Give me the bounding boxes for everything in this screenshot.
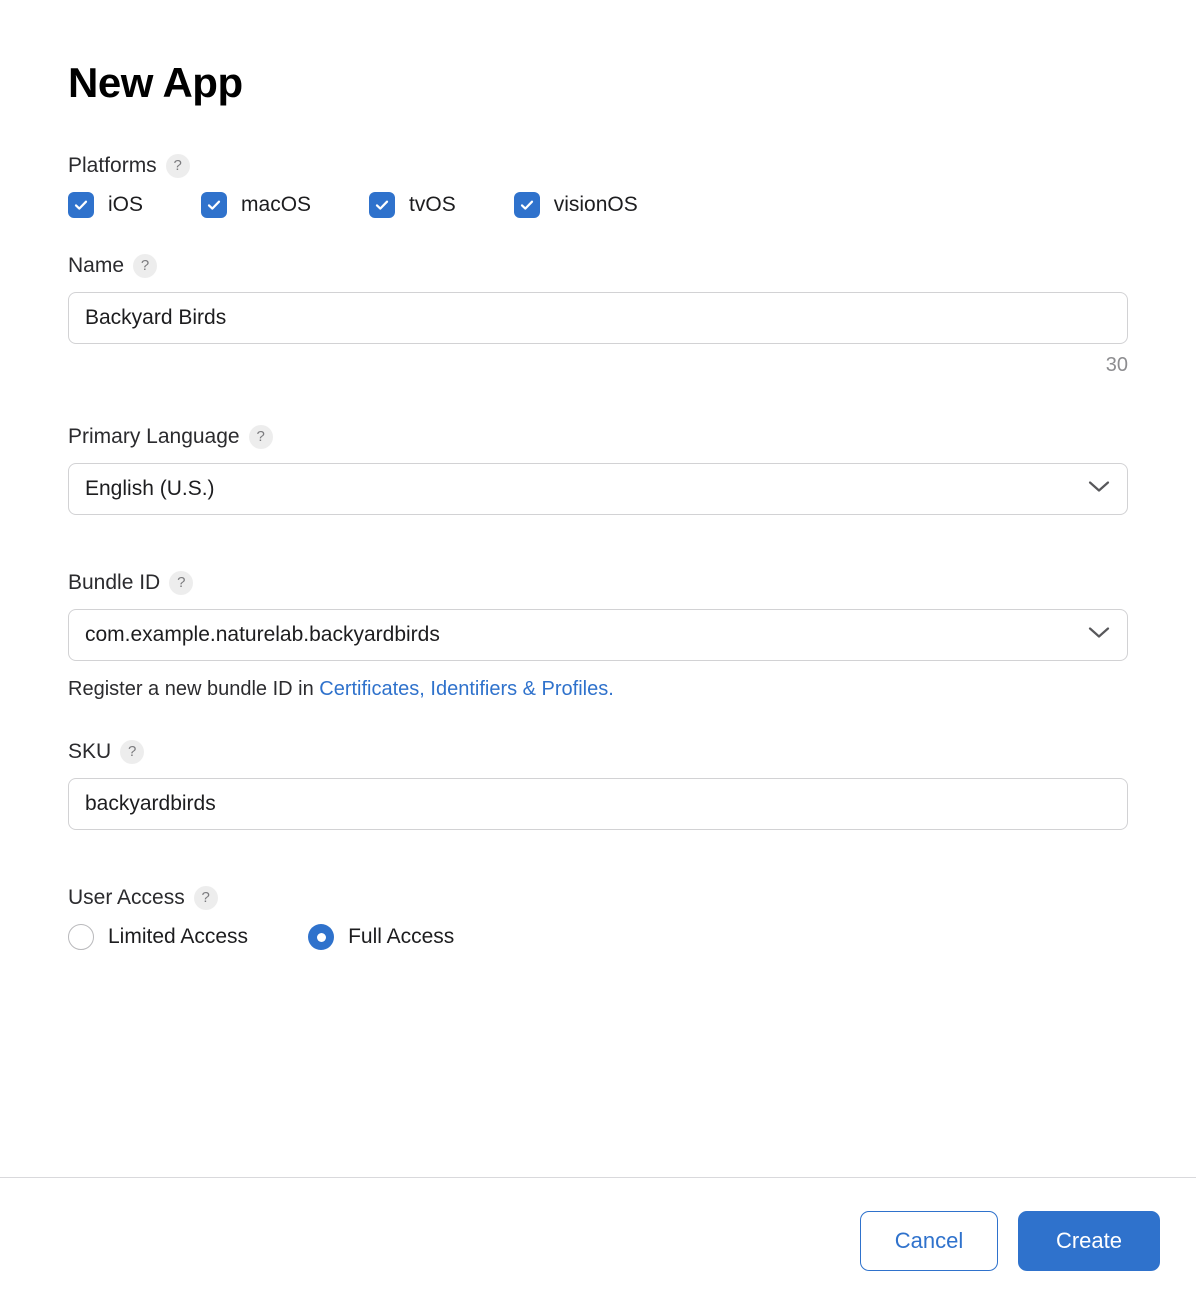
sku-field-group: SKU ? bbox=[68, 740, 1128, 830]
bundle-id-helper-prefix: Register a new bundle ID in bbox=[68, 678, 319, 700]
check-icon bbox=[514, 192, 540, 218]
checkbox-label-macos: macOS bbox=[241, 193, 311, 217]
bundle-id-field-group: Bundle ID ? Register a new bundle ID in … bbox=[68, 571, 1128, 702]
bundle-id-input-wrap bbox=[68, 609, 1128, 661]
check-icon bbox=[201, 192, 227, 218]
sku-label-row: SKU ? bbox=[68, 740, 1128, 764]
name-label-row: Name ? bbox=[68, 254, 1128, 278]
radio-checked-icon bbox=[308, 924, 334, 950]
new-app-dialog: New App Platforms ? iOS macOS bbox=[0, 0, 1196, 1304]
user-access-field-group: User Access ? Limited Access Full Access bbox=[68, 886, 1128, 950]
help-icon-sku[interactable]: ? bbox=[120, 740, 144, 764]
sku-label: SKU bbox=[68, 740, 111, 763]
dialog-footer: Cancel Create bbox=[0, 1178, 1196, 1304]
help-icon-name[interactable]: ? bbox=[133, 254, 157, 278]
user-access-label: User Access bbox=[68, 886, 185, 909]
sku-input[interactable] bbox=[68, 778, 1128, 830]
primary-language-select[interactable] bbox=[68, 463, 1128, 515]
bundle-id-helper-text: Register a new bundle ID in Certificates… bbox=[68, 676, 1128, 702]
user-access-radio-row: Limited Access Full Access bbox=[68, 924, 1128, 950]
radio-label-limited-access: Limited Access bbox=[108, 925, 248, 949]
radio-full-access[interactable]: Full Access bbox=[308, 924, 454, 950]
checkbox-label-ios: iOS bbox=[108, 193, 143, 217]
checkbox-macos[interactable]: macOS bbox=[201, 192, 311, 218]
platforms-field-group: Platforms ? iOS macOS bbox=[68, 154, 1128, 218]
radio-limited-access[interactable]: Limited Access bbox=[68, 924, 248, 950]
checkbox-visionos[interactable]: visionOS bbox=[514, 192, 638, 218]
page-title: New App bbox=[68, 62, 1128, 104]
platforms-label: Platforms bbox=[68, 154, 157, 177]
bundle-id-select[interactable] bbox=[68, 609, 1128, 661]
checkbox-label-visionos: visionOS bbox=[554, 193, 638, 217]
user-access-label-row: User Access ? bbox=[68, 886, 1128, 910]
primary-language-label: Primary Language bbox=[68, 425, 240, 448]
radio-label-full-access: Full Access bbox=[348, 925, 454, 949]
check-icon bbox=[369, 192, 395, 218]
name-char-count: 30 bbox=[68, 354, 1128, 377]
sku-input-wrap bbox=[68, 778, 1128, 830]
help-icon-platforms[interactable]: ? bbox=[166, 154, 190, 178]
checkbox-tvos[interactable]: tvOS bbox=[369, 192, 456, 218]
primary-language-field-group: Primary Language ? bbox=[68, 425, 1128, 515]
primary-language-label-row: Primary Language ? bbox=[68, 425, 1128, 449]
bundle-id-label: Bundle ID bbox=[68, 571, 160, 594]
radio-dot bbox=[317, 933, 326, 942]
radio-unchecked-icon bbox=[68, 924, 94, 950]
checkbox-label-tvos: tvOS bbox=[409, 193, 456, 217]
dialog-body: New App Platforms ? iOS macOS bbox=[0, 0, 1196, 1177]
check-icon bbox=[68, 192, 94, 218]
primary-language-input-wrap bbox=[68, 463, 1128, 515]
bundle-id-label-row: Bundle ID ? bbox=[68, 571, 1128, 595]
certificates-identifiers-profiles-link[interactable]: Certificates, Identifiers & Profiles. bbox=[319, 678, 614, 700]
create-button[interactable]: Create bbox=[1018, 1211, 1160, 1271]
name-label: Name bbox=[68, 254, 124, 277]
help-icon-user-access[interactable]: ? bbox=[194, 886, 218, 910]
help-icon-bundle-id[interactable]: ? bbox=[169, 571, 193, 595]
name-field-group: Name ? 30 bbox=[68, 254, 1128, 377]
name-input-wrap bbox=[68, 292, 1128, 344]
name-input[interactable] bbox=[68, 292, 1128, 344]
platforms-checkbox-row: iOS macOS tvOS bbox=[68, 192, 1128, 218]
checkbox-ios[interactable]: iOS bbox=[68, 192, 143, 218]
platforms-label-row: Platforms ? bbox=[68, 154, 1128, 178]
cancel-button[interactable]: Cancel bbox=[860, 1211, 998, 1271]
help-icon-primary-language[interactable]: ? bbox=[249, 425, 273, 449]
